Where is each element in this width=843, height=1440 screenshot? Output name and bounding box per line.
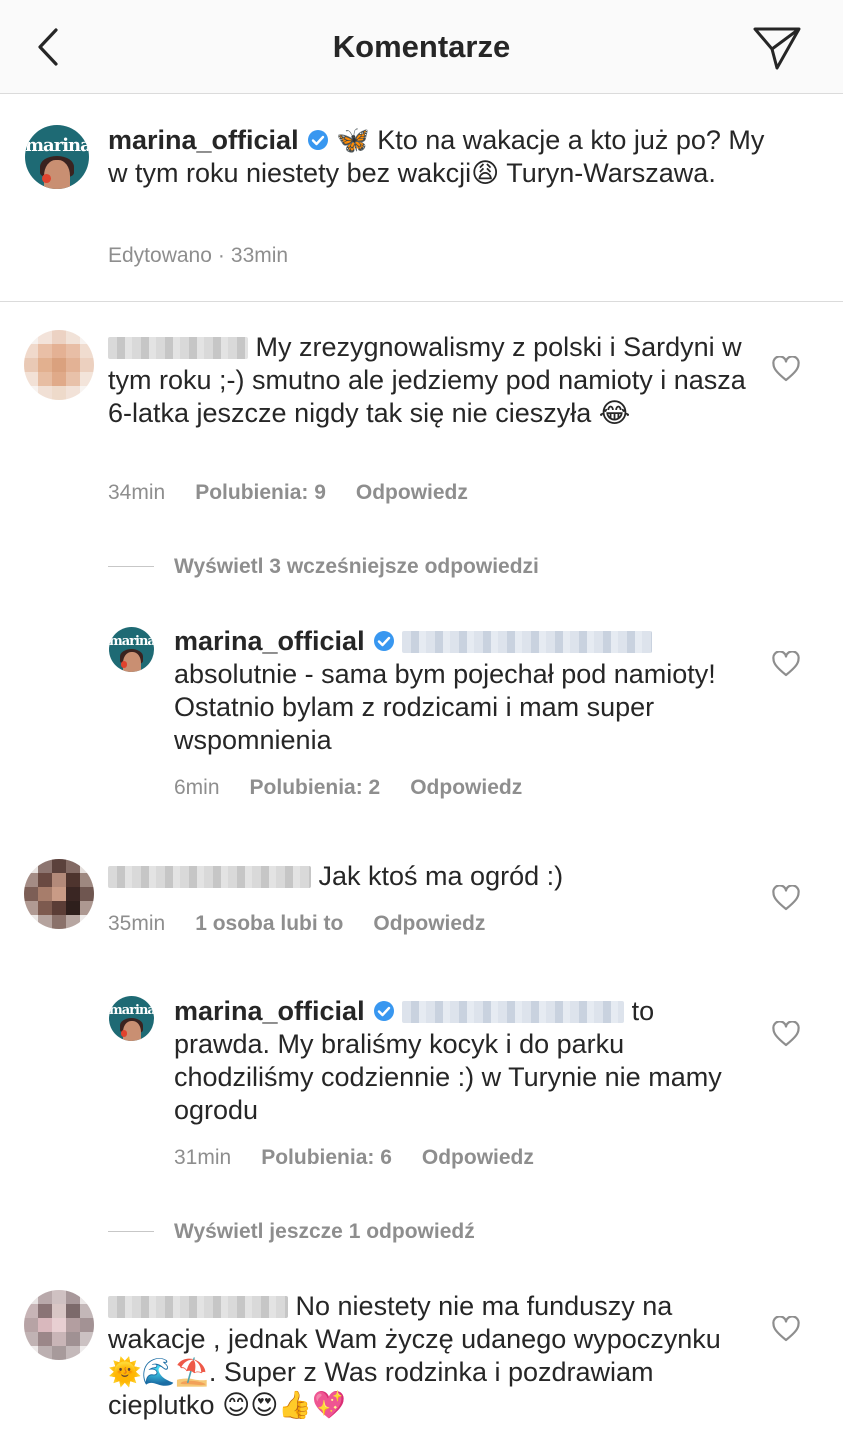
caption-username[interactable]: marina_official	[108, 125, 299, 155]
send-icon[interactable]	[751, 24, 803, 72]
heart-icon[interactable]	[772, 651, 800, 677]
likes-count[interactable]: Polubienia: 9	[195, 481, 326, 504]
view-more-replies-button[interactable]: Wyświetl jeszcze 1 odpowiedź	[108, 1220, 475, 1244]
verified-badge-icon	[373, 1001, 394, 1021]
heart-icon[interactable]	[772, 356, 800, 382]
reply-time: 31min	[174, 1146, 232, 1169]
comment-time: 35min	[108, 912, 166, 935]
toggle-label: Wyświetl jeszcze 1 odpowiedź	[174, 1220, 475, 1243]
likes-count[interactable]: Polubienia: 2	[250, 776, 381, 799]
heart-icon[interactable]	[772, 1316, 800, 1342]
comment-body: Jak ktoś ma ogród :)	[318, 861, 564, 891]
blurred-mention[interactable]	[402, 631, 653, 653]
blurred-mention[interactable]	[402, 1001, 625, 1023]
reply-username[interactable]: marina_official	[174, 626, 365, 656]
blurred-username[interactable]	[108, 1296, 288, 1318]
header-bar: Komentarze	[0, 0, 843, 94]
reply-time: 6min	[174, 776, 220, 799]
caption-time: 33min	[230, 244, 289, 267]
reply-body-start: to	[631, 996, 655, 1026]
caption-body-end: Turyn-Warszawa.	[499, 158, 716, 188]
reply-username[interactable]: marina_official	[174, 996, 365, 1026]
reply-button[interactable]: Odpowiedz	[422, 1146, 534, 1169]
heart-icon[interactable]	[772, 885, 800, 911]
divider-line	[108, 1231, 154, 1232]
weary-face-emoji: 😩	[471, 158, 500, 188]
view-earlier-replies-button[interactable]: Wyświetl 3 wcześniejsze odpowiedzi	[108, 555, 539, 579]
page-title: Komentarze	[332, 29, 511, 64]
blurred-username[interactable]	[108, 866, 311, 888]
likes-count[interactable]: 1 osoba lubi to	[195, 912, 343, 935]
likes-count[interactable]: Polubienia: 6	[261, 1146, 392, 1169]
avatar[interactable]: marina	[109, 996, 154, 1041]
reply-text: marina_official absolutnie - sama bym po…	[174, 625, 734, 757]
avatar[interactable]	[24, 859, 94, 929]
toggle-label: Wyświetl 3 wcześniejsze odpowiedzi	[174, 555, 539, 578]
avatar[interactable]: marina	[25, 125, 89, 189]
post-caption: marina marina_official 🦋 Kto na wakacje …	[0, 94, 843, 302]
comment-meta: 34min Polubienia: 9 Odpowiedz	[108, 481, 498, 505]
heart-icon[interactable]	[772, 1021, 800, 1047]
meta-separator: ·	[217, 244, 225, 267]
avatar-logo: marina	[25, 135, 89, 157]
avatar[interactable]	[24, 330, 94, 400]
comment-text: Jak ktoś ma ogród :)	[108, 860, 748, 893]
caption-meta: Edytowano · 33min	[108, 244, 318, 268]
avatar[interactable]: marina	[109, 627, 154, 672]
comment-meta: 35min 1 osoba lubi to Odpowiedz	[108, 912, 515, 936]
avatar[interactable]	[24, 1290, 94, 1360]
reply-button[interactable]: Odpowiedz	[373, 912, 485, 935]
laughing-emoji: 😂	[598, 398, 631, 428]
reply-body: absolutnie - sama bym pojechał pod namio…	[174, 659, 716, 755]
divider-line	[108, 566, 154, 567]
blurred-username[interactable]	[108, 337, 248, 359]
edited-label: Edytowano	[108, 244, 212, 267]
verified-badge-icon	[307, 130, 328, 150]
reply-body: prawda. My braliśmy kocyk i do parku cho…	[174, 1029, 722, 1125]
comment-text: No niestety nie ma funduszy na wakacje ,…	[108, 1290, 748, 1422]
comment-time: 34min	[108, 481, 166, 504]
comment-text: My zrezygnowalismy z polski i Sardyni w …	[108, 331, 748, 430]
reply-meta: 31min Polubienia: 6 Odpowiedz	[174, 1146, 564, 1170]
sun-wave-umbrella-emojis: 🌞🌊⛱️	[108, 1357, 209, 1387]
caption-text: marina_official 🦋 Kto na wakacje a kto j…	[108, 124, 788, 190]
reply-button[interactable]: Odpowiedz	[356, 481, 468, 504]
verified-badge-icon	[373, 631, 394, 651]
smile-hearteyes-thumbs-heart-emojis: 😊😍👍💖	[222, 1390, 346, 1420]
reply-text: marina_official to prawda. My braliśmy k…	[174, 995, 734, 1127]
reply-button[interactable]: Odpowiedz	[410, 776, 522, 799]
reply-meta: 6min Polubienia: 2 Odpowiedz	[174, 776, 552, 800]
